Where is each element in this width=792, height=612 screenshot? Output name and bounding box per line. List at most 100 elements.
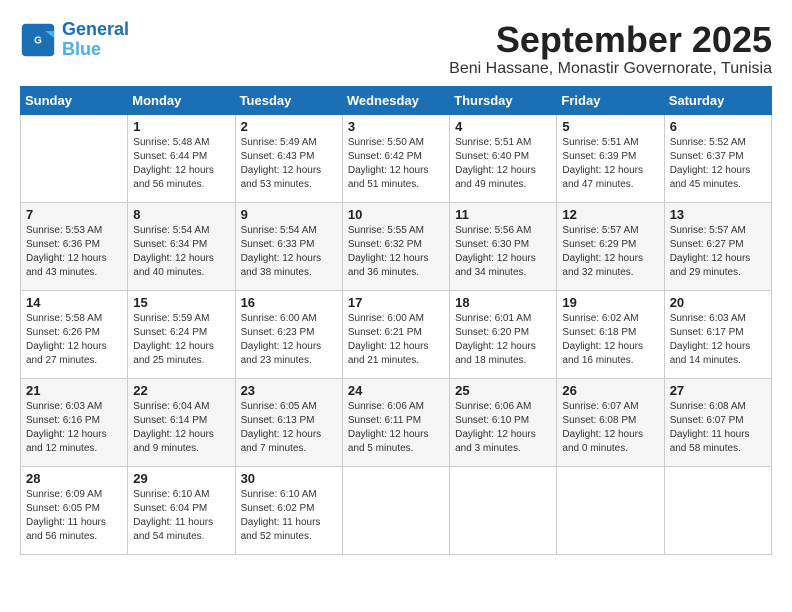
cell-text: Sunrise: 5:57 AM Sunset: 6:27 PM Dayligh… bbox=[670, 224, 766, 280]
calendar-cell: 2Sunrise: 5:49 AM Sunset: 6:43 PM Daylig… bbox=[235, 114, 342, 202]
calendar-cell: 25 Sunrise: 6:06 AM Sunset: 6:10 PM Dayli… bbox=[450, 378, 557, 466]
calendar-cell: 8Sunrise: 5:54 AM Sunset: 6:34 PM Daylig… bbox=[128, 202, 235, 290]
calendar-cell: 16Sunrise: 6:00 AM Sunset: 6:23 PM Dayli… bbox=[235, 290, 342, 378]
cell-text: Sunrise: 5:50 AM Sunset: 6:42 PM Dayligh… bbox=[348, 136, 444, 192]
header-row: SundayMondayTuesdayWednesdayThursdayFrid… bbox=[21, 86, 772, 114]
calendar-cell: 29 Sunrise: 6:10 AM Sunset: 6:04 PM Dayli… bbox=[128, 466, 235, 554]
header-cell-monday: Monday bbox=[128, 86, 235, 114]
header-cell-thursday: Thursday bbox=[450, 86, 557, 114]
title-section: September 2025 Beni Hassane, Monastir Go… bbox=[449, 20, 772, 78]
cell-text: Sunrise: 6:04 AM Sunset: 6:14 PM Dayligh… bbox=[133, 400, 229, 456]
day-number: 13 bbox=[670, 207, 766, 222]
day-number: 9 bbox=[241, 207, 337, 222]
cell-text: Sunrise: 6:03 AM Sunset: 6:17 PM Dayligh… bbox=[670, 312, 766, 368]
day-number: 30 bbox=[241, 471, 337, 486]
cell-text: Sunrise: 6:09 AM Sunset: 6:05 PM Dayligh… bbox=[26, 488, 122, 544]
logo-text: General Blue bbox=[62, 20, 129, 60]
calendar-cell: 26Sunrise: 6:07 AM Sunset: 6:08 PM Dayli… bbox=[557, 378, 664, 466]
calendar-cell: 22 Sunrise: 6:04 AM Sunset: 6:14 PM Dayli… bbox=[128, 378, 235, 466]
cell-text: Sunrise: 6:06 AM Sunset: 6:10 PM Dayligh… bbox=[455, 400, 551, 456]
logo-icon: G bbox=[20, 22, 56, 58]
cell-text: Sunrise: 5:56 AM Sunset: 6:30 PM Dayligh… bbox=[455, 224, 551, 280]
week-row-3: 14 Sunrise: 5:58 AM Sunset: 6:26 PM Dayli… bbox=[21, 290, 772, 378]
day-number: 25 bbox=[455, 383, 551, 398]
calendar-cell: 27Sunrise: 6:08 AM Sunset: 6:07 PM Dayli… bbox=[664, 378, 771, 466]
cell-text: Sunrise: 5:49 AM Sunset: 6:43 PM Dayligh… bbox=[241, 136, 337, 192]
calendar-cell: 18 Sunrise: 6:01 AM Sunset: 6:20 PM Dayli… bbox=[450, 290, 557, 378]
cell-text: Sunrise: 6:06 AM Sunset: 6:11 PM Dayligh… bbox=[348, 400, 444, 456]
day-number: 27 bbox=[670, 383, 766, 398]
calendar-cell: 1Sunrise: 5:48 AM Sunset: 6:44 PM Daylig… bbox=[128, 114, 235, 202]
cell-text: Sunrise: 6:05 AM Sunset: 6:13 PM Dayligh… bbox=[241, 400, 337, 456]
calendar-cell: 4 Sunrise: 5:51 AM Sunset: 6:40 PM Daylig… bbox=[450, 114, 557, 202]
day-number: 19 bbox=[562, 295, 658, 310]
day-number: 24 bbox=[348, 383, 444, 398]
day-number: 21 bbox=[26, 383, 122, 398]
cell-text: Sunrise: 5:57 AM Sunset: 6:29 PM Dayligh… bbox=[562, 224, 658, 280]
day-number: 22 bbox=[133, 383, 229, 398]
calendar-body: 1Sunrise: 5:48 AM Sunset: 6:44 PM Daylig… bbox=[21, 114, 772, 554]
header-cell-friday: Friday bbox=[557, 86, 664, 114]
cell-text: Sunrise: 5:59 AM Sunset: 6:24 PM Dayligh… bbox=[133, 312, 229, 368]
day-number: 17 bbox=[348, 295, 444, 310]
calendar-cell: 24 Sunrise: 6:06 AM Sunset: 6:11 PM Dayli… bbox=[342, 378, 449, 466]
week-row-5: 28 Sunrise: 6:09 AM Sunset: 6:05 PM Dayli… bbox=[21, 466, 772, 554]
day-number: 28 bbox=[26, 471, 122, 486]
cell-text: Sunrise: 6:10 AM Sunset: 6:04 PM Dayligh… bbox=[133, 488, 229, 544]
calendar-table: SundayMondayTuesdayWednesdayThursdayFrid… bbox=[20, 86, 772, 555]
cell-text: Sunrise: 6:01 AM Sunset: 6:20 PM Dayligh… bbox=[455, 312, 551, 368]
calendar-cell: 23 Sunrise: 6:05 AM Sunset: 6:13 PM Dayli… bbox=[235, 378, 342, 466]
day-number: 8 bbox=[133, 207, 229, 222]
calendar-cell: 11 Sunrise: 5:56 AM Sunset: 6:30 PM Dayli… bbox=[450, 202, 557, 290]
logo-line1: General bbox=[62, 19, 129, 39]
day-number: 12 bbox=[562, 207, 658, 222]
day-number: 14 bbox=[26, 295, 122, 310]
logo: G General Blue bbox=[20, 20, 129, 60]
calendar-cell: 5Sunrise: 5:51 AM Sunset: 6:39 PM Daylig… bbox=[557, 114, 664, 202]
logo-line2: Blue bbox=[62, 39, 101, 59]
location-title: Beni Hassane, Monastir Governorate, Tuni… bbox=[449, 60, 772, 78]
day-number: 11 bbox=[455, 207, 551, 222]
cell-text: Sunrise: 5:55 AM Sunset: 6:32 PM Dayligh… bbox=[348, 224, 444, 280]
calendar-cell: 19 Sunrise: 6:02 AM Sunset: 6:18 PM Dayli… bbox=[557, 290, 664, 378]
week-row-1: 1Sunrise: 5:48 AM Sunset: 6:44 PM Daylig… bbox=[21, 114, 772, 202]
calendar-cell: 6Sunrise: 5:52 AM Sunset: 6:37 PM Daylig… bbox=[664, 114, 771, 202]
day-number: 10 bbox=[348, 207, 444, 222]
day-number: 29 bbox=[133, 471, 229, 486]
calendar-cell: 30Sunrise: 6:10 AM Sunset: 6:02 PM Dayli… bbox=[235, 466, 342, 554]
calendar-cell bbox=[664, 466, 771, 554]
header-cell-wednesday: Wednesday bbox=[342, 86, 449, 114]
day-number: 4 bbox=[455, 119, 551, 134]
calendar-cell: 9 Sunrise: 5:54 AM Sunset: 6:33 PM Daylig… bbox=[235, 202, 342, 290]
day-number: 23 bbox=[241, 383, 337, 398]
day-number: 20 bbox=[670, 295, 766, 310]
header-cell-sunday: Sunday bbox=[21, 86, 128, 114]
calendar-cell bbox=[557, 466, 664, 554]
svg-text:G: G bbox=[34, 35, 42, 46]
week-row-2: 7Sunrise: 5:53 AM Sunset: 6:36 PM Daylig… bbox=[21, 202, 772, 290]
header-cell-saturday: Saturday bbox=[664, 86, 771, 114]
cell-text: Sunrise: 5:48 AM Sunset: 6:44 PM Dayligh… bbox=[133, 136, 229, 192]
calendar-cell: 15Sunrise: 5:59 AM Sunset: 6:24 PM Dayli… bbox=[128, 290, 235, 378]
calendar-cell: 20 Sunrise: 6:03 AM Sunset: 6:17 PM Dayli… bbox=[664, 290, 771, 378]
header-cell-tuesday: Tuesday bbox=[235, 86, 342, 114]
cell-text: Sunrise: 5:51 AM Sunset: 6:40 PM Dayligh… bbox=[455, 136, 551, 192]
calendar-cell: 10 Sunrise: 5:55 AM Sunset: 6:32 PM Dayli… bbox=[342, 202, 449, 290]
day-number: 18 bbox=[455, 295, 551, 310]
day-number: 7 bbox=[26, 207, 122, 222]
week-row-4: 21 Sunrise: 6:03 AM Sunset: 6:16 PM Dayli… bbox=[21, 378, 772, 466]
cell-text: Sunrise: 6:02 AM Sunset: 6:18 PM Dayligh… bbox=[562, 312, 658, 368]
calendar-cell bbox=[450, 466, 557, 554]
calendar-header: SundayMondayTuesdayWednesdayThursdayFrid… bbox=[21, 86, 772, 114]
cell-text: Sunrise: 6:03 AM Sunset: 6:16 PM Dayligh… bbox=[26, 400, 122, 456]
day-number: 6 bbox=[670, 119, 766, 134]
cell-text: Sunrise: 5:54 AM Sunset: 6:33 PM Dayligh… bbox=[241, 224, 337, 280]
calendar-cell: 13 Sunrise: 5:57 AM Sunset: 6:27 PM Dayli… bbox=[664, 202, 771, 290]
month-title: September 2025 bbox=[449, 20, 772, 60]
day-number: 26 bbox=[562, 383, 658, 398]
cell-text: Sunrise: 6:00 AM Sunset: 6:23 PM Dayligh… bbox=[241, 312, 337, 368]
cell-text: Sunrise: 5:58 AM Sunset: 6:26 PM Dayligh… bbox=[26, 312, 122, 368]
calendar-cell: 21 Sunrise: 6:03 AM Sunset: 6:16 PM Dayli… bbox=[21, 378, 128, 466]
calendar-cell: 28 Sunrise: 6:09 AM Sunset: 6:05 PM Dayli… bbox=[21, 466, 128, 554]
cell-text: Sunrise: 6:00 AM Sunset: 6:21 PM Dayligh… bbox=[348, 312, 444, 368]
